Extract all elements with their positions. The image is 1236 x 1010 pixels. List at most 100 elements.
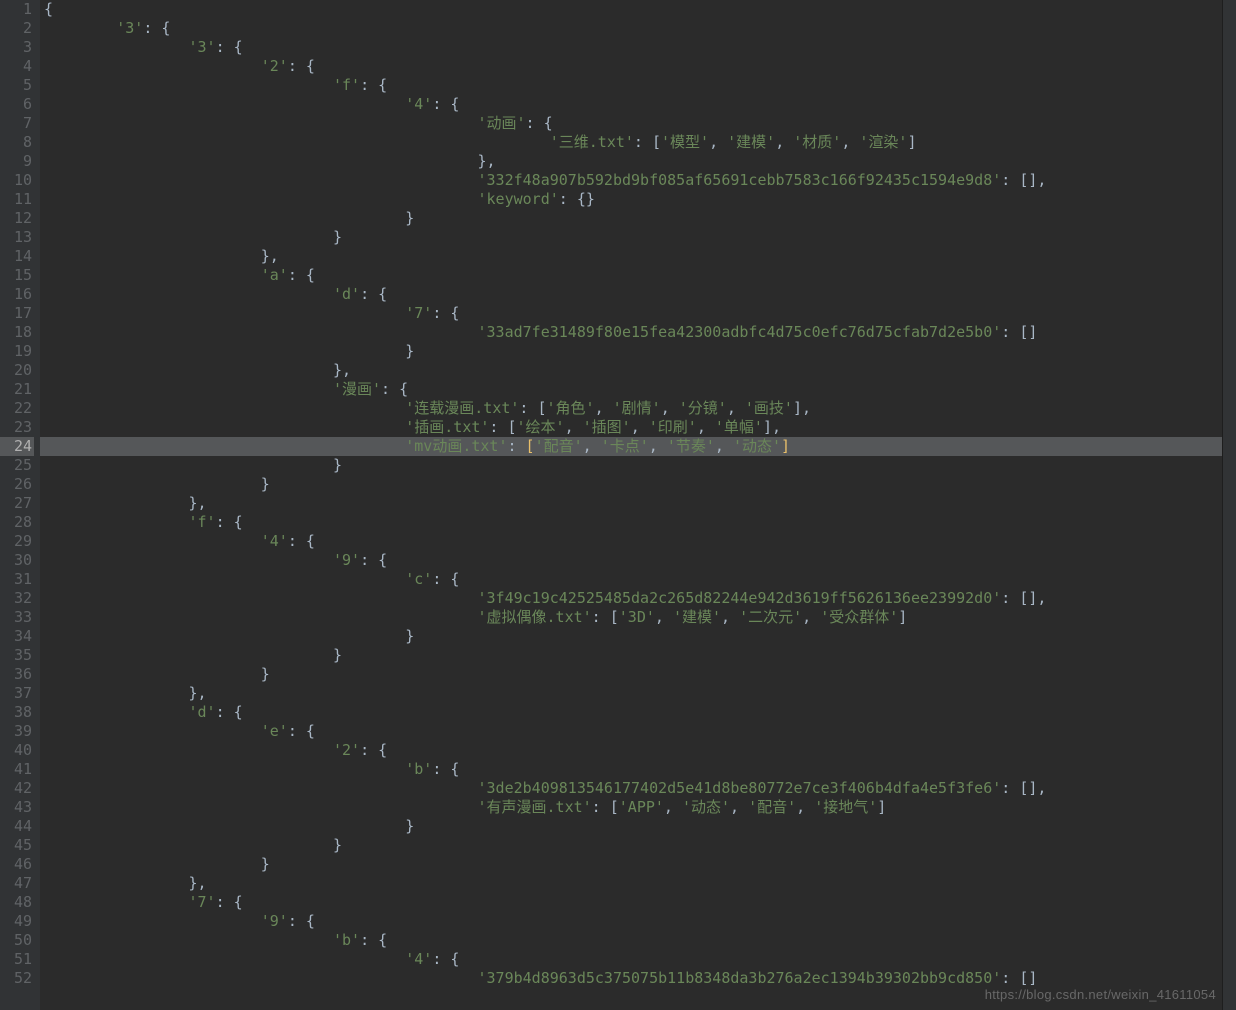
code-line[interactable]: '连载漫画.txt': ['角色', '剧情', '分镜', '画技'], bbox=[40, 399, 1236, 418]
token-punc: : { bbox=[288, 532, 315, 550]
token-str: '配音' bbox=[535, 437, 583, 455]
token-punc: : [] bbox=[1001, 969, 1037, 987]
token-str: '角色' bbox=[547, 399, 595, 417]
code-line[interactable]: } bbox=[40, 627, 1236, 646]
code-line[interactable]: '4': { bbox=[40, 950, 1236, 969]
line-number: 14 bbox=[0, 247, 34, 266]
token-punc: ] bbox=[907, 133, 916, 151]
code-line[interactable]: 'a': { bbox=[40, 266, 1236, 285]
code-line[interactable]: '7': { bbox=[40, 893, 1236, 912]
vertical-scrollbar[interactable] bbox=[1222, 0, 1236, 1010]
code-line[interactable]: { bbox=[40, 0, 1236, 19]
code-line[interactable]: '9': { bbox=[40, 551, 1236, 570]
code-area[interactable]: { '3': { '3': { '2': { 'f': { '4': { ' bbox=[40, 0, 1236, 1010]
token-punc: : { bbox=[288, 722, 315, 740]
code-line[interactable]: '3': { bbox=[40, 38, 1236, 57]
code-line[interactable]: }, bbox=[40, 361, 1236, 380]
code-line[interactable]: 'e': { bbox=[40, 722, 1236, 741]
code-line[interactable]: } bbox=[40, 665, 1236, 684]
code-line[interactable]: '4': { bbox=[40, 532, 1236, 551]
line-number: 37 bbox=[0, 684, 34, 703]
token-punc: : [ bbox=[592, 608, 619, 626]
code-line[interactable]: '9': { bbox=[40, 912, 1236, 931]
code-line[interactable]: '2': { bbox=[40, 57, 1236, 76]
code-line[interactable]: '2': { bbox=[40, 741, 1236, 760]
code-line[interactable]: } bbox=[40, 456, 1236, 475]
code-line[interactable]: } bbox=[40, 209, 1236, 228]
code-line[interactable]: } bbox=[40, 646, 1236, 665]
token-punc: }, bbox=[189, 494, 207, 512]
code-line[interactable]: } bbox=[40, 817, 1236, 836]
token-punc: , bbox=[727, 399, 745, 417]
line-number: 39 bbox=[0, 722, 34, 741]
token-punc: : { bbox=[360, 551, 387, 569]
code-line[interactable]: }, bbox=[40, 152, 1236, 171]
token-bracket-match: [ bbox=[526, 437, 535, 455]
token-punc: : { bbox=[360, 76, 387, 94]
token-str: 'keyword' bbox=[477, 190, 558, 208]
token-str: '渲染' bbox=[859, 133, 907, 151]
code-line[interactable]: 'b': { bbox=[40, 760, 1236, 779]
code-line[interactable]: '332f48a907b592bd9bf085af65691cebb7583c1… bbox=[40, 171, 1236, 190]
code-line[interactable]: '3': { bbox=[40, 19, 1236, 38]
code-line[interactable]: 'f': { bbox=[40, 76, 1236, 95]
line-number: 20 bbox=[0, 361, 34, 380]
code-line[interactable]: 'd': { bbox=[40, 285, 1236, 304]
token-str: '4' bbox=[405, 950, 432, 968]
code-line[interactable]: } bbox=[40, 228, 1236, 247]
code-line[interactable]: '7': { bbox=[40, 304, 1236, 323]
code-line[interactable]: } bbox=[40, 855, 1236, 874]
code-line[interactable]: }, bbox=[40, 874, 1236, 893]
token-punc: } bbox=[333, 456, 342, 474]
token-str: '2' bbox=[261, 57, 288, 75]
line-number: 17 bbox=[0, 304, 34, 323]
code-line[interactable]: 'mv动画.txt': ['配音', '卡点', '节奏', '动态'] bbox=[40, 437, 1236, 456]
line-number: 44 bbox=[0, 817, 34, 836]
code-line[interactable]: '动画': { bbox=[40, 114, 1236, 133]
line-number: 19 bbox=[0, 342, 34, 361]
code-line[interactable]: '有声漫画.txt': ['APP', '动态', '配音', '接地气'] bbox=[40, 798, 1236, 817]
token-punc: : { bbox=[432, 95, 459, 113]
code-line[interactable]: } bbox=[40, 342, 1236, 361]
code-editor[interactable]: 1234567891011121314151617181920212223242… bbox=[0, 0, 1236, 1010]
line-number: 22 bbox=[0, 399, 34, 418]
code-line[interactable]: '33ad7fe31489f80e15fea42300adbfc4d75c0ef… bbox=[40, 323, 1236, 342]
code-line[interactable]: '4': { bbox=[40, 95, 1236, 114]
line-number: 21 bbox=[0, 380, 34, 399]
code-line[interactable]: '三维.txt': ['模型', '建模', '材质', '渲染'] bbox=[40, 133, 1236, 152]
token-str: 'a' bbox=[261, 266, 288, 284]
token-punc: }, bbox=[477, 152, 495, 170]
token-str: '有声漫画.txt' bbox=[477, 798, 591, 816]
token-str: '动态' bbox=[733, 437, 781, 455]
code-line[interactable]: '漫画': { bbox=[40, 380, 1236, 399]
token-punc: : { bbox=[432, 760, 459, 778]
code-line[interactable]: '插画.txt': ['绘本', '插图', '印刷', '单幅'], bbox=[40, 418, 1236, 437]
code-line[interactable]: } bbox=[40, 475, 1236, 494]
token-str: 'e' bbox=[261, 722, 288, 740]
code-line[interactable]: }, bbox=[40, 247, 1236, 266]
line-number: 48 bbox=[0, 893, 34, 912]
token-str: '漫画' bbox=[333, 380, 381, 398]
line-number: 5 bbox=[0, 76, 34, 95]
code-line[interactable]: }, bbox=[40, 494, 1236, 513]
line-number: 31 bbox=[0, 570, 34, 589]
code-line[interactable]: 'f': { bbox=[40, 513, 1236, 532]
code-line[interactable]: 'c': { bbox=[40, 570, 1236, 589]
token-str: '3de2b409813546177402d5e41d8be80772e7ce3… bbox=[477, 779, 1001, 797]
code-line[interactable]: '3de2b409813546177402d5e41d8be80772e7ce3… bbox=[40, 779, 1236, 798]
code-line[interactable]: } bbox=[40, 836, 1236, 855]
code-line[interactable]: '379b4d8963d5c375075b11b8348da3b276a2ec1… bbox=[40, 969, 1236, 988]
token-str: '379b4d8963d5c375075b11b8348da3b276a2ec1… bbox=[477, 969, 1001, 987]
token-punc: } bbox=[261, 855, 270, 873]
token-punc: : { bbox=[432, 570, 459, 588]
line-number: 30 bbox=[0, 551, 34, 570]
code-line[interactable]: }, bbox=[40, 684, 1236, 703]
code-line[interactable]: '虚拟偶像.txt': ['3D', '建模', '二次元', '受众群体'] bbox=[40, 608, 1236, 627]
line-number: 24 bbox=[0, 437, 34, 456]
code-line[interactable]: '3f49c19c42525485da2c265d82244e942d3619f… bbox=[40, 589, 1236, 608]
code-line[interactable]: 'b': { bbox=[40, 931, 1236, 950]
line-number: 18 bbox=[0, 323, 34, 342]
code-line[interactable]: 'keyword': {} bbox=[40, 190, 1236, 209]
token-str: '节奏' bbox=[667, 437, 715, 455]
code-line[interactable]: 'd': { bbox=[40, 703, 1236, 722]
